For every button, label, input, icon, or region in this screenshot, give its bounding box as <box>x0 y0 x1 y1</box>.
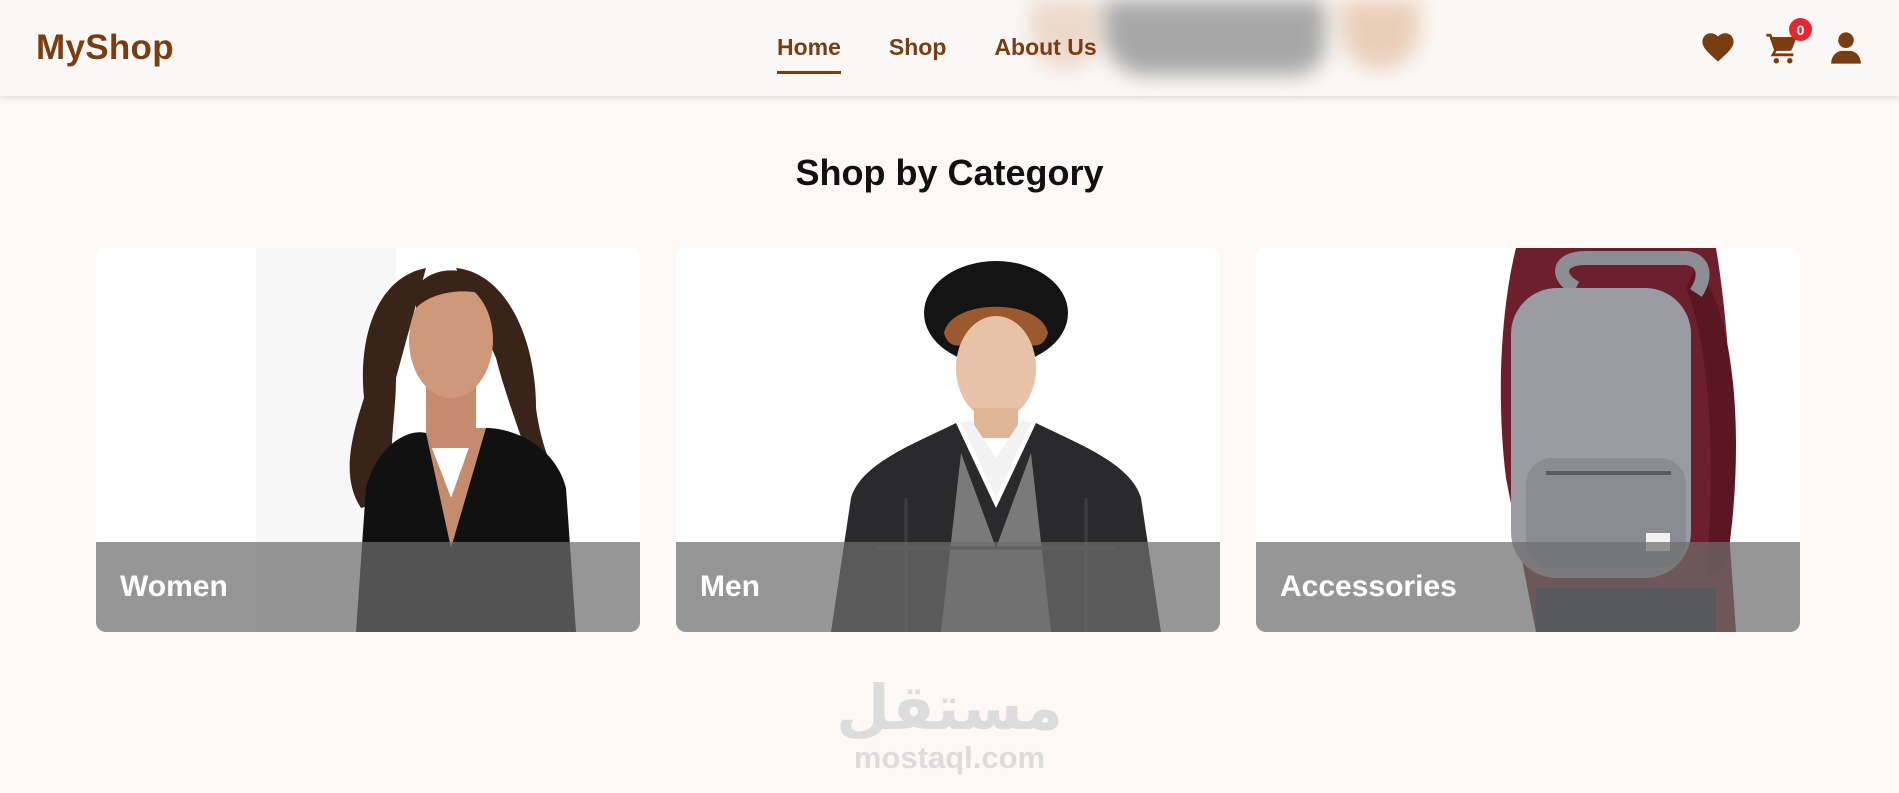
watermark-latin: mostaql.com <box>853 740 1046 775</box>
header-actions: 0 <box>1700 18 1864 66</box>
user-icon <box>1831 32 1861 64</box>
category-card-accessories[interactable]: Accessories <box>1256 248 1800 632</box>
category-label: Accessories <box>1256 542 1800 632</box>
wishlist-button[interactable] <box>1700 30 1736 66</box>
section-title: Shop by Category <box>795 152 1104 193</box>
cart-button[interactable]: 0 <box>1764 18 1812 66</box>
watermark: مستقل mostaql.com <box>0 676 1899 776</box>
main-nav: Home Shop About Us <box>777 34 1097 74</box>
category-card-women[interactable]: Women <box>96 248 640 632</box>
cart-count-badge: 0 <box>1789 18 1812 41</box>
watermark-arabic: مستقل <box>836 671 1063 744</box>
site-header: MyShop Home Shop About Us 0 <box>0 0 1899 96</box>
category-label: Men <box>676 542 1220 632</box>
category-card-men[interactable]: Men <box>676 248 1220 632</box>
nav-shop[interactable]: Shop <box>889 34 947 74</box>
nav-about-us[interactable]: About Us <box>994 34 1096 74</box>
brand-logo[interactable]: MyShop <box>36 28 174 68</box>
category-label: Women <box>96 542 640 632</box>
account-button[interactable] <box>1828 30 1864 66</box>
category-grid: Women Men Accessories <box>96 248 1800 632</box>
nav-home[interactable]: Home <box>777 34 841 74</box>
heart-icon <box>1702 33 1734 62</box>
